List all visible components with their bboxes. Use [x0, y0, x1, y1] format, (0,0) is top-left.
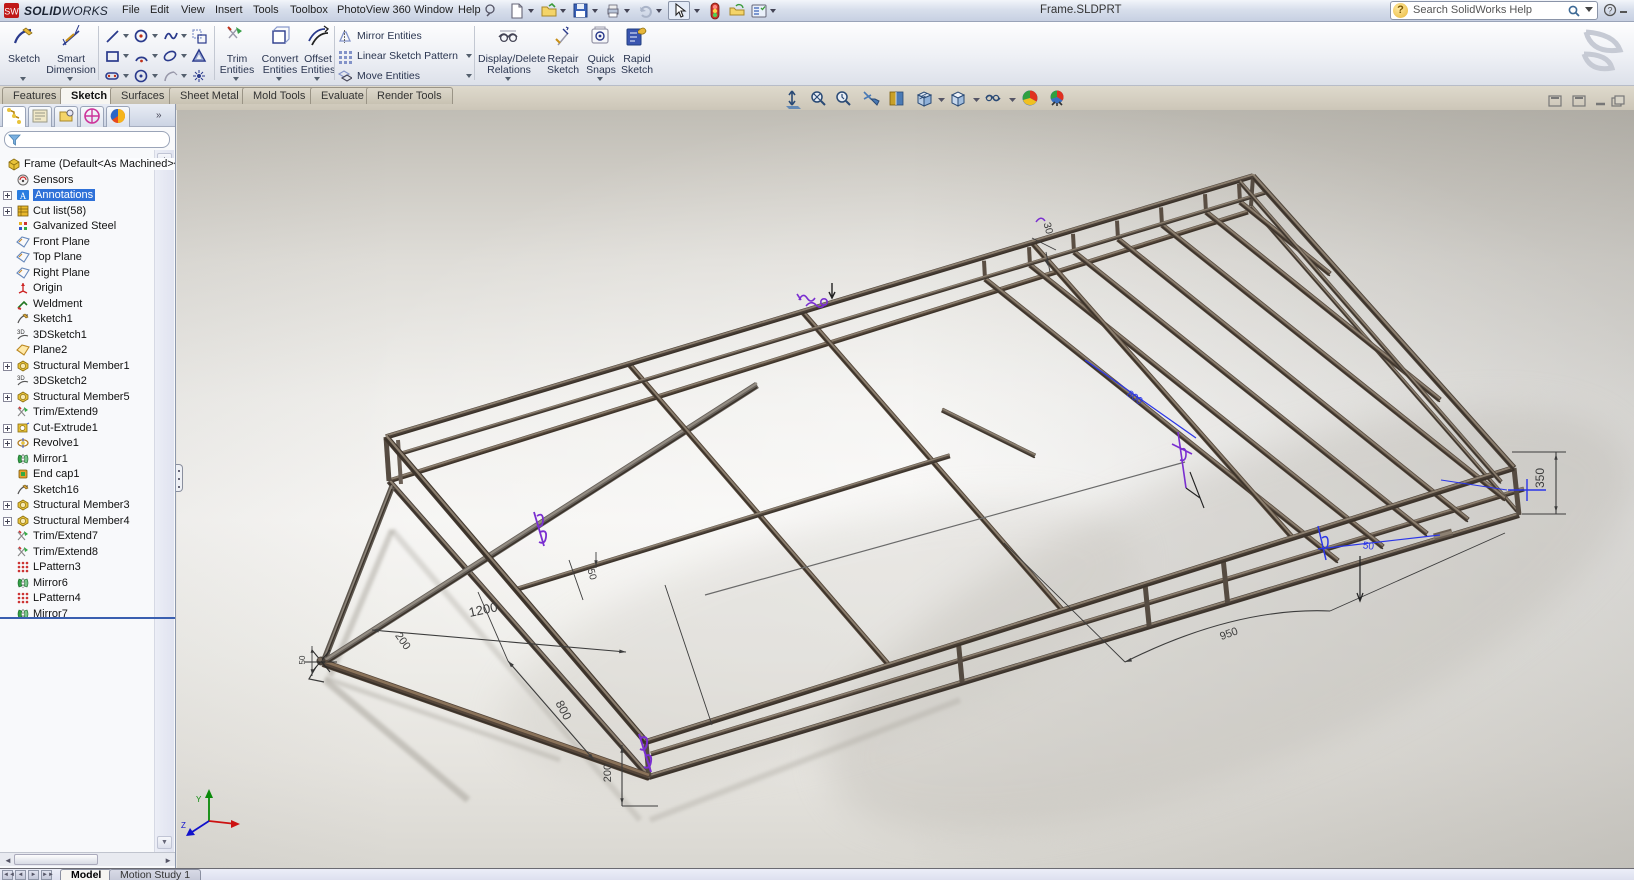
svg-text:SW: SW	[4, 7, 19, 17]
svg-text:A: A	[20, 191, 27, 201]
svg-text:50: 50	[1362, 540, 1375, 553]
svg-text:50: 50	[585, 568, 599, 582]
svg-text:?: ?	[1607, 6, 1612, 16]
svg-text:Y: Y	[196, 795, 202, 804]
svg-text:1200: 1200	[467, 599, 498, 620]
svg-text:50: 50	[298, 655, 307, 664]
svg-text:350: 350	[1533, 468, 1547, 488]
svg-text:200: 200	[602, 764, 614, 782]
svg-text:Z: Z	[181, 821, 186, 830]
